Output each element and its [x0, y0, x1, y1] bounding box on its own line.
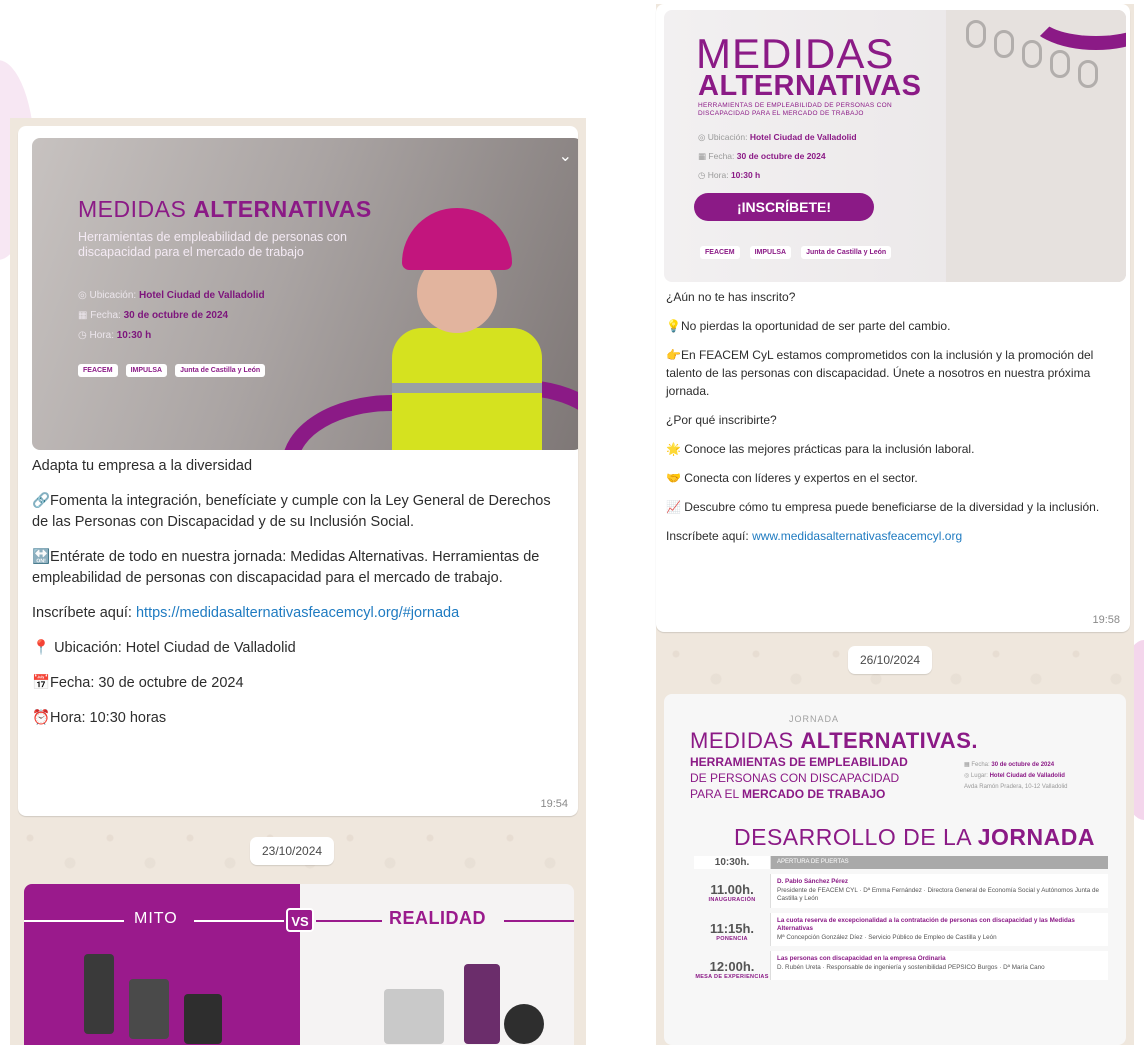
- poster-subtitle: HERRAMIENTAS DE EMPLEABILIDAD DE PERSONA…: [690, 755, 908, 801]
- message-timestamp: 19:54: [540, 798, 568, 810]
- realidad-label: REALIDAD: [389, 908, 486, 928]
- illustration-cabinet: [129, 979, 169, 1039]
- image-message-bubble[interactable]: MEDIDAS ALTERNATIVAS Herramientas de emp…: [18, 126, 578, 816]
- illustration-wheelchair: [184, 994, 222, 1044]
- mito-realidad-poster[interactable]: MITO VS REALIDAD: [24, 884, 574, 1045]
- vs-badge: VS: [286, 908, 314, 932]
- date-separator: 23/10/2024: [250, 837, 335, 865]
- poster-kicker: JORNADA: [789, 714, 840, 724]
- mito-label: MITO: [134, 910, 178, 927]
- agenda-row: 11.00h. INAUGURACIÓN D. Pablo Sánchez Pér…: [694, 874, 1108, 908]
- jornada-program-poster[interactable]: JORNADA MEDIDAS ALTERNATIVAS. HERRAMIENT…: [664, 694, 1126, 1045]
- feacem-logo: FEACEM: [700, 246, 740, 259]
- poster-title: MEDIDAS ALTERNATIVAS.: [690, 728, 978, 753]
- sponsor-logos: FEACEM IMPULSA Junta de Castilla y León: [78, 364, 266, 377]
- agenda-row: 11:15h. PONENCIA La cuota reserva de exce…: [694, 912, 1108, 946]
- event-poster-image[interactable]: MEDIDAS ALTERNATIVAS HERRAMIENTAS DE EMP…: [664, 10, 1126, 282]
- worker-photo: [392, 208, 542, 450]
- junta-logo: Junta de Castilla y León: [175, 364, 266, 377]
- registration-link[interactable]: www.medidasalternativasfeacemcyl.org: [752, 529, 962, 543]
- date-separator: 26/10/2024: [848, 646, 933, 674]
- image-message-bubble[interactable]: MEDIDAS ALTERNATIVAS HERRAMIENTAS DE EMP…: [656, 4, 1130, 632]
- agenda-row: 12:00h. MESA DE EXPERIENCIAS Las personas…: [694, 951, 1108, 980]
- impulsa-logo: IMPULSA: [749, 246, 792, 259]
- agenda-table: 10:30h. APERTURA DE PUERTAS 11.00h. INAUG…: [694, 856, 1108, 985]
- notebook-photo: [946, 10, 1126, 282]
- right-chat-panel[interactable]: MEDIDAS ALTERNATIVAS HERRAMIENTAS DE EMP…: [656, 4, 1134, 1045]
- poster-details: ◎ Ubicación: Hotel Ciudad de Valladolid …: [698, 132, 857, 180]
- junta-logo: Junta de Castilla y León: [801, 246, 892, 259]
- illustration-figure: [464, 964, 500, 1044]
- message-text: ¿Aún no te has inscrito? 💡No pierdas la …: [666, 290, 1100, 543]
- feacem-logo: FEACEM: [78, 364, 118, 377]
- sponsor-logos: FEACEM IMPULSA Junta de Castilla y León: [700, 246, 892, 259]
- message-timestamp: 19:58: [1092, 614, 1120, 626]
- poster-subtitle: HERRAMIENTAS DE EMPLEABILIDAD DE PERSONA…: [698, 102, 892, 117]
- illustration-printer: [384, 989, 444, 1044]
- poster-side-details: ▦ Fecha: 30 de octubre de 2024 ◎ Lugar: …: [964, 762, 1068, 790]
- program-heading: DESARROLLO DE LA JORNADA: [734, 824, 1095, 850]
- chevron-down-icon[interactable]: ⌄: [559, 146, 572, 166]
- illustration-figure: [84, 954, 114, 1034]
- poster-title-bold: ALTERNATIVAS: [698, 70, 922, 102]
- impulsa-logo: IMPULSA: [125, 364, 168, 377]
- illustration-wheelchair: [504, 1004, 544, 1044]
- left-chat-panel[interactable]: MEDIDAS ALTERNATIVAS Herramientas de emp…: [10, 118, 586, 1045]
- poster-title: MEDIDAS ALTERNATIVAS: [78, 196, 372, 222]
- message-text: Adapta tu empresa a la diversidad 🔗Fomen…: [32, 458, 551, 726]
- poster-subtitle: Herramientas de empleabilidad de persona…: [78, 230, 347, 259]
- agenda-row: 10:30h. APERTURA DE PUERTAS: [694, 856, 1108, 869]
- registration-link[interactable]: https://medidasalternativasfeacemcyl.org…: [136, 605, 459, 621]
- poster-details: ◎ Ubicación: Hotel Ciudad de Valladolid …: [78, 290, 265, 341]
- event-poster-image[interactable]: MEDIDAS ALTERNATIVAS Herramientas de emp…: [32, 138, 578, 450]
- register-button[interactable]: ¡INSCRÍBETE!: [694, 193, 874, 221]
